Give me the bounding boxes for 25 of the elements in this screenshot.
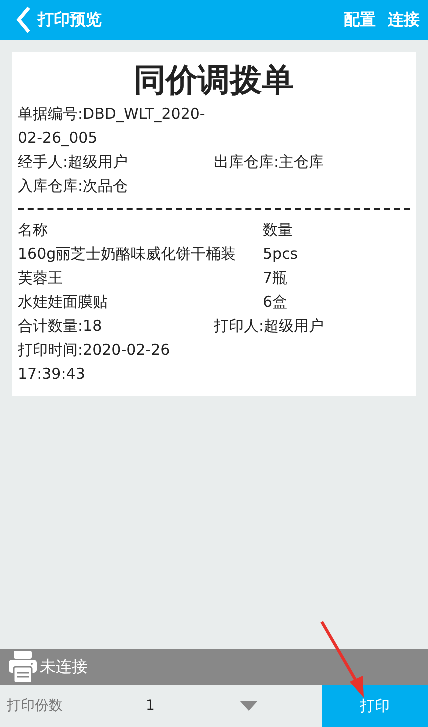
- receipt-field: 打印时间:2020-02-26 17:39:43: [18, 338, 214, 386]
- copies-label: 打印份数: [6, 697, 64, 715]
- item-name: 160g丽芝士奶酪味威化饼干桶装: [18, 244, 238, 265]
- receipt-field: 打印人:超级用户: [214, 314, 410, 338]
- header-action[interactable]: 连接: [388, 10, 420, 30]
- caret-icon: [240, 701, 258, 711]
- item-quantity: 6盒: [263, 292, 289, 313]
- item-name: 芙蓉王: [18, 268, 64, 289]
- column-header: 数量: [263, 220, 294, 241]
- item-name: 水娃娃面膜贴: [18, 292, 109, 313]
- item-quantity: 7瓶: [263, 268, 289, 289]
- back-icon: [16, 6, 32, 34]
- receipt-field: 合计数量:18: [18, 314, 214, 338]
- header-action[interactable]: 配置: [344, 10, 376, 30]
- screen-title: 打印预览: [38, 10, 102, 30]
- receipt-field: 单据编号:DBD_WLT_2020-02-26_005: [18, 102, 214, 150]
- print-button[interactable]: 打印: [322, 685, 428, 727]
- connection-status: 未连接: [40, 656, 88, 678]
- receipt-field: 入库仓库:次品仓: [18, 174, 214, 198]
- column-header: 名称: [18, 220, 49, 241]
- copies-dropdown[interactable]: 1: [137, 685, 282, 727]
- receipt-title: 同价调拨单: [133, 60, 295, 101]
- receipt-field: 出库仓库:主仓库: [214, 150, 410, 174]
- receipt-field: 经手人:超级用户: [18, 150, 214, 174]
- item-quantity: 5pcs: [263, 244, 300, 265]
